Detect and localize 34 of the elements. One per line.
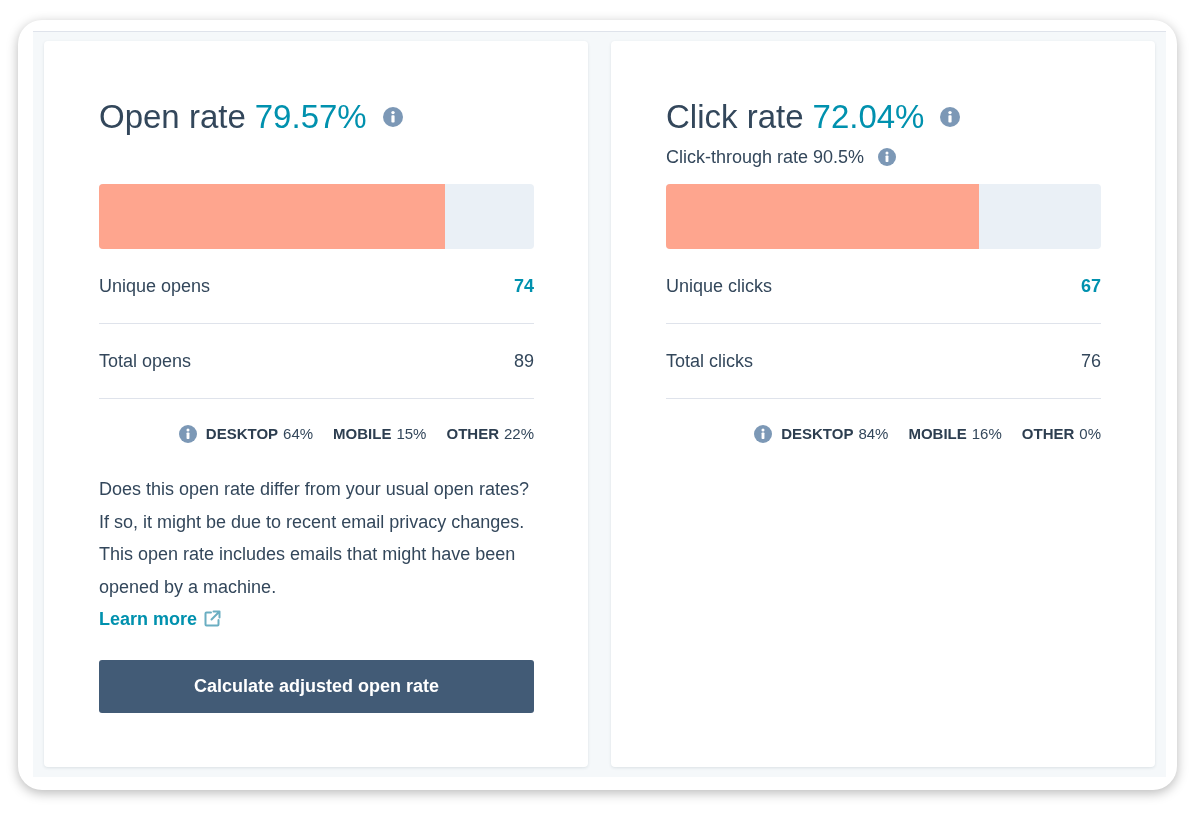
device-label: MOBILE <box>908 423 967 444</box>
device-share: 22% <box>503 423 534 444</box>
stat-label: Total opens <box>99 349 192 373</box>
device-share: 16% <box>971 423 1002 444</box>
card-title: Click rate <box>666 97 804 137</box>
stat-value: 76 <box>1080 349 1101 373</box>
rate-value: 72.04% <box>812 97 925 137</box>
external-link-icon <box>203 610 222 629</box>
info-icon[interactable] <box>878 148 897 166</box>
info-icon[interactable] <box>940 107 961 127</box>
stat-label: Total clicks <box>666 349 754 373</box>
info-icon[interactable] <box>178 425 197 443</box>
device-label: DESKTOP <box>205 423 279 444</box>
device-label: OTHER <box>1021 423 1075 444</box>
info-icon[interactable] <box>754 425 773 443</box>
device-label: MOBILE <box>333 423 392 444</box>
privacy-note: Does this open rate differ from your usual open rates? If so, it might be due to recent email privacy changes. This open rate includes emails that might have been opened by a machine. <box>99 478 530 599</box>
stat-value: 74 <box>513 274 534 298</box>
device-share: 15% <box>396 423 427 444</box>
stat-label: Unique clicks <box>666 274 773 298</box>
stat-value: 67 <box>1080 274 1101 298</box>
info-icon[interactable] <box>382 107 403 127</box>
learn-more-link[interactable]: Learn more <box>99 603 222 636</box>
device-label: DESKTOP <box>781 423 854 444</box>
device-share: 84% <box>858 423 889 444</box>
device-share: 64% <box>283 423 314 444</box>
stat-value: 89 <box>513 349 534 373</box>
device-label: OTHER <box>446 423 499 444</box>
rate-value: 79.57% <box>254 97 367 137</box>
click-through-rate: Click-through rate 90.5% <box>666 146 865 168</box>
card-title: Open rate <box>99 97 246 137</box>
stat-label: Unique opens <box>99 274 211 298</box>
device-share: 0% <box>1079 423 1101 444</box>
calculate-button[interactable]: Calculate adjusted open rate <box>99 659 534 713</box>
